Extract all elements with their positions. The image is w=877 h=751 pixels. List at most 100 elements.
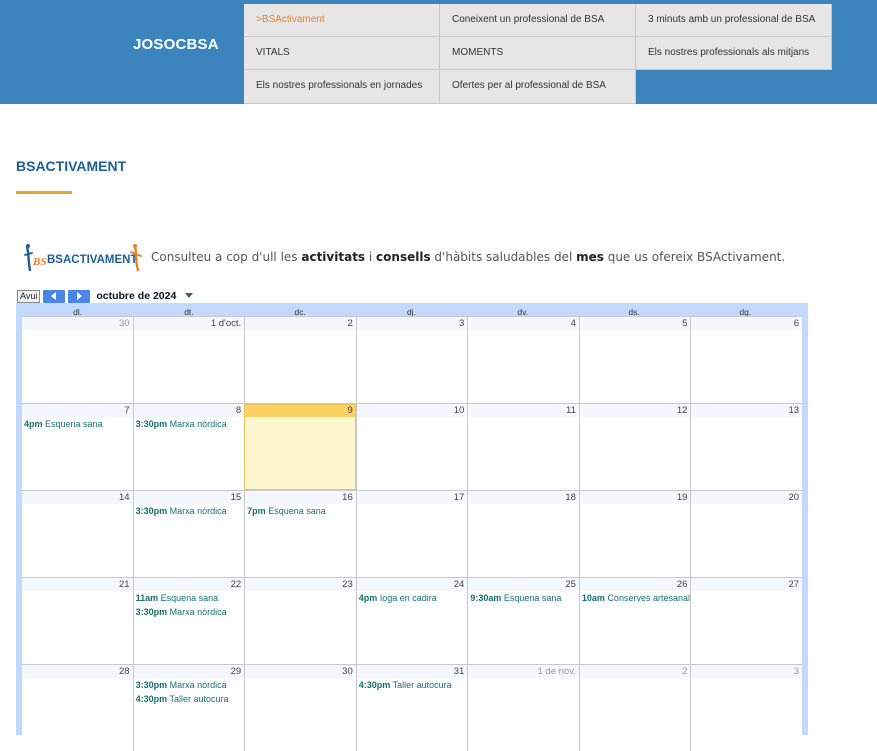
- calendar-event[interactable]: 4:30pm Taller autocura: [357, 678, 468, 692]
- day-number[interactable]: 15: [133, 491, 245, 504]
- day-number[interactable]: 30: [245, 665, 356, 678]
- calendar-day[interactable]: 1 de nov.: [467, 665, 579, 751]
- day-number[interactable]: 18: [468, 491, 579, 504]
- calendar-day[interactable]: 3: [690, 665, 803, 751]
- event-time: 3:30pm: [135, 506, 168, 516]
- calendar-day[interactable]: 26 10am Conserves artesanals: [578, 578, 691, 664]
- calendar-day[interactable]: 30: [22, 317, 133, 403]
- calendar-day[interactable]: 25 9:30am Esquena sana: [467, 578, 579, 664]
- calendar-day[interactable]: 20: [690, 491, 803, 577]
- day-number[interactable]: 5: [579, 317, 691, 330]
- calendar-day[interactable]: 21: [22, 578, 133, 664]
- calendar-day[interactable]: 24 4pm Ioga en cadira: [355, 578, 468, 664]
- day-number[interactable]: 6: [691, 317, 803, 330]
- calendar: dl. dt. dc. dj. dv. ds. dg. 30 1 d'oct. 2 3…: [16, 303, 808, 751]
- calendar-event[interactable]: 3:30pm Marxa nòrdica: [134, 678, 245, 692]
- day-number[interactable]: 29: [133, 665, 245, 678]
- day-number[interactable]: 17: [356, 491, 468, 504]
- calendar-day[interactable]: 10: [355, 404, 468, 490]
- calendar-day[interactable]: 1 d'oct.: [132, 317, 245, 403]
- calendar-day[interactable]: 5: [578, 317, 691, 403]
- calendar-event[interactable]: 3:30pm Marxa nòrdica: [134, 605, 245, 619]
- day-number[interactable]: 3: [691, 665, 803, 678]
- day-number[interactable]: 14: [22, 491, 133, 504]
- day-number[interactable]: 2: [245, 317, 356, 330]
- calendar-event[interactable]: 11am Esquena sana: [134, 591, 245, 605]
- day-number[interactable]: 12: [579, 404, 691, 417]
- calendar-day[interactable]: 6: [690, 317, 803, 403]
- bsactivament-logo: BS BSACTIVAMENT: [24, 244, 142, 272]
- calendar-day[interactable]: 31 4:30pm Taller autocura: [355, 665, 468, 751]
- calendar-day[interactable]: 27: [690, 578, 803, 664]
- day-number[interactable]: 27: [691, 578, 803, 591]
- menu-item-bsactivament[interactable]: >BSActivament: [244, 4, 440, 37]
- day-number[interactable]: 16: [245, 491, 356, 504]
- prev-month-button[interactable]: [43, 289, 66, 303]
- day-number[interactable]: 10: [356, 404, 468, 417]
- day-number[interactable]: 20: [691, 491, 803, 504]
- calendar-event[interactable]: 4pm Ioga en cadira: [357, 591, 468, 605]
- calendar-day[interactable]: 19: [578, 491, 691, 577]
- calendar-week: 28 29 3:30pm Marxa nòrdica 4:30pm Taller au…: [22, 664, 803, 751]
- day-number[interactable]: 4: [468, 317, 579, 330]
- day-number[interactable]: 7: [22, 404, 133, 417]
- calendar-day[interactable]: 30: [244, 665, 356, 751]
- calendar-event[interactable]: 9:30am Esquena sana: [468, 591, 579, 605]
- menu-item-3-minuts[interactable]: 3 minuts amb un professional de BSA: [636, 4, 832, 37]
- day-number[interactable]: 13: [691, 404, 803, 417]
- calendar-day[interactable]: 4: [467, 317, 579, 403]
- calendar-event[interactable]: 3:30pm Marxa nòrdica: [134, 504, 245, 518]
- day-number[interactable]: 2: [579, 665, 691, 678]
- calendar-day[interactable]: 7 4pm Esquena sana: [22, 404, 133, 490]
- day-number[interactable]: 1 d'oct.: [133, 317, 245, 330]
- calendar-day[interactable]: 18: [467, 491, 579, 577]
- calendar-day[interactable]: 2: [578, 665, 691, 751]
- day-number[interactable]: 22: [133, 578, 245, 591]
- calendar-day[interactable]: 28: [22, 665, 133, 751]
- calendar-event[interactable]: 4pm Esquena sana: [22, 417, 133, 431]
- calendar-week: 7 4pm Esquena sana 8 3:30pm Marxa nòrdica 9 1…: [22, 403, 803, 490]
- day-number[interactable]: 24: [356, 578, 468, 591]
- calendar-event[interactable]: 4:30pm Taller autocura: [134, 692, 245, 706]
- site-brand[interactable]: JOSOCBSA: [133, 36, 219, 53]
- calendar-day[interactable]: 22 11am Esquena sana 3:30pm Marxa nòrdica: [132, 578, 245, 664]
- calendar-day[interactable]: 23: [244, 578, 356, 664]
- day-number[interactable]: 1 de nov.: [468, 665, 579, 678]
- menu-item-mitjans[interactable]: Els nostres professionals als mitjans: [636, 37, 832, 70]
- calendar-day[interactable]: 29 3:30pm Marxa nòrdica 4:30pm Taller auto…: [132, 665, 245, 751]
- calendar-day[interactable]: 13: [690, 404, 803, 490]
- day-number[interactable]: 3: [356, 317, 468, 330]
- day-number[interactable]: 19: [579, 491, 691, 504]
- calendar-day[interactable]: 17: [355, 491, 468, 577]
- day-number[interactable]: 26: [579, 578, 691, 591]
- menu-item-jornades[interactable]: Els nostres professionals en jornades: [244, 70, 440, 104]
- calendar-day[interactable]: 2: [244, 317, 356, 403]
- menu-item-coneixent[interactable]: Coneixent un professional de BSA: [440, 4, 636, 37]
- day-number[interactable]: 30: [22, 317, 133, 330]
- next-month-button[interactable]: [68, 289, 91, 303]
- day-number[interactable]: 9: [245, 404, 356, 417]
- calendar-day[interactable]: 3: [355, 317, 468, 403]
- today-button[interactable]: Avui: [17, 289, 41, 303]
- day-number[interactable]: 25: [468, 578, 579, 591]
- day-number[interactable]: 8: [133, 404, 245, 417]
- calendar-event[interactable]: 7pm Esquena sana: [245, 504, 356, 518]
- calendar-day[interactable]: 11: [467, 404, 579, 490]
- day-number[interactable]: 23: [245, 578, 356, 591]
- menu-item-moments[interactable]: MOMENTS: [440, 37, 636, 70]
- chevron-down-icon[interactable]: [185, 293, 194, 299]
- calendar-event[interactable]: 10am Conserves artesanals: [580, 591, 691, 605]
- calendar-event[interactable]: 3:30pm Marxa nòrdica: [134, 417, 245, 431]
- day-number[interactable]: 28: [22, 665, 133, 678]
- day-number[interactable]: 21: [22, 578, 133, 591]
- calendar-day[interactable]: 8 3:30pm Marxa nòrdica: [132, 404, 245, 490]
- menu-item-ofertes[interactable]: Ofertes per al professional de BSA: [440, 70, 636, 104]
- calendar-day[interactable]: 15 3:30pm Marxa nòrdica: [132, 491, 245, 577]
- menu-item-vitals[interactable]: VITALS: [244, 37, 440, 70]
- calendar-day[interactable]: 14: [22, 491, 133, 577]
- day-number[interactable]: 31: [356, 665, 468, 678]
- calendar-day[interactable]: 16 7pm Esquena sana: [244, 491, 356, 577]
- calendar-day[interactable]: 12: [578, 404, 691, 490]
- calendar-day[interactable]: 9: [244, 404, 356, 490]
- day-number[interactable]: 11: [468, 404, 579, 417]
